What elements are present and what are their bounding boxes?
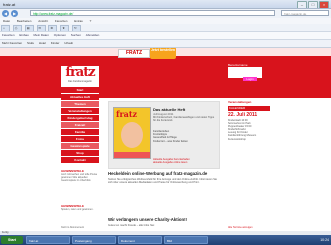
tools-icon[interactable]: ⚙ [48, 25, 58, 31]
command-toolbar: ⌂ ⎙ ▤ ✉ ⚙ ★ ↻ [0, 24, 331, 32]
charity-text: Gutes tun macht Freude – alle Infos hier… [108, 224, 155, 227]
calendar-header: KALENDER [228, 106, 270, 111]
star-icon[interactable]: ★ [60, 25, 70, 31]
nav-item-familie[interactable]: Familie [61, 129, 99, 135]
sidebar-promo: GEWINNSPIELE Jetzt mitmachen und tolle P… [61, 169, 99, 183]
favorite-link[interactable]: Hotel [39, 41, 46, 45]
favorite-link[interactable]: Kinder [51, 41, 60, 45]
calendar-date: 22. Juli 2011 [228, 112, 258, 118]
nav-buttons: ◀ ▶ [2, 10, 18, 17]
mail-icon[interactable]: ✉ [36, 25, 46, 31]
sidebar-promo-text: Jetzt mitmachen und tolle Preise gewinne… [61, 173, 98, 183]
taskbar-item[interactable]: fratz.at [26, 236, 70, 244]
event-list: Kinderstadt 10:00 Sommerfest im Park Pup… [228, 119, 270, 141]
window-controls: – □ × [297, 1, 329, 8]
site-nav: Start Aktuelles Heft Themen Veranstaltun… [61, 87, 99, 164]
favorite-link[interactable]: Stufe [27, 41, 34, 45]
logo-tagline: Das Familienmagazin [67, 80, 93, 83]
nav-item-gewinnspiele[interactable]: Gewinnspiele [61, 143, 99, 149]
refresh-icon[interactable]: ↻ [72, 25, 82, 31]
nav-item-kindergeburtstag[interactable]: Kindergeburtstag [61, 115, 99, 121]
toolbar-link[interactable]: Favoriten [2, 33, 15, 37]
all-events-link[interactable]: Alle Termine anzeigen [228, 226, 270, 229]
site-header-band [0, 56, 331, 98]
menu-item[interactable]: Extras [74, 19, 83, 23]
cover-photo [121, 122, 143, 148]
main-content: fratz Das aktuelle Heft Juli/August 2011… [104, 98, 222, 235]
logo-word: fratz [65, 65, 95, 80]
forward-icon[interactable]: ▶ [11, 10, 18, 17]
menu-item[interactable]: Favoriten [55, 19, 68, 23]
sidebar-promo-2: GEWINNSPIELE Spielen, raten und gewinnen… [61, 204, 99, 211]
address-input[interactable]: http://www.fratz-magazin.de/ [30, 10, 275, 16]
nav-item-start[interactable]: Start [61, 87, 99, 93]
issue-description: Mit Kinderschutz, Familienausflügen und … [153, 116, 215, 123]
taskbar-item[interactable]: Dokument [118, 236, 162, 244]
nav-item-fotos[interactable]: Fotos [61, 136, 99, 142]
ad-section-text: Nutzen Sie erfolgreiches Werbeumfeld für… [108, 178, 217, 185]
login-button[interactable]: Login [243, 77, 257, 81]
ad-section-title[interactable]: Heckeldein online-Werbung auf fratz-maga… [108, 171, 220, 176]
magazine-cover[interactable]: fratz [113, 107, 151, 159]
toolbar-link[interactable]: Optionen [54, 33, 66, 37]
read-online-link[interactable]: aktuelle Ausgabe online lesen [153, 161, 217, 164]
sidebar-abo-link[interactable]: fratz im Abonnement [61, 226, 99, 229]
favorite-link[interactable]: Urlaub [64, 41, 73, 45]
nav-item-freizeit[interactable]: Freizeit [61, 122, 99, 128]
cover-banner [114, 152, 150, 158]
browser-titlebar: fratz.at – □ × [0, 0, 331, 9]
site-logo[interactable]: fratz Das Familienmagazin [61, 66, 99, 84]
promo-badge[interactable]: Jetzt bestellen [150, 48, 176, 59]
nav-item-themen[interactable]: Themen [61, 101, 99, 107]
print-icon[interactable]: ⎙ [12, 25, 22, 31]
home-icon[interactable]: ⌂ [1, 25, 10, 31]
toolbar-link[interactable]: Suchen [71, 33, 81, 37]
events-heading[interactable]: Veranstaltungen [228, 100, 270, 104]
start-button[interactable]: Start [1, 236, 23, 244]
favorites-toolbar: Mehr Favoriten Stufe Hotel Kinder Urlaub [0, 40, 331, 48]
nav-item-kontakt[interactable]: Kontakt [61, 157, 99, 163]
nav-item-aktuelles-heft[interactable]: Aktuelles Heft [61, 94, 99, 100]
maximize-icon[interactable]: □ [308, 1, 318, 8]
toolbar-link[interactable]: Abmelden [86, 33, 100, 37]
issue-links: Aktuelle Ausgabe herunterladen aktuelle … [153, 158, 217, 164]
charity-title[interactable]: Wir verlängern unsere Charity-Aktion!! [108, 217, 220, 222]
taskbar-clock: 10:24 [320, 238, 329, 242]
toolbar-link[interactable]: Mein Daten [34, 33, 49, 37]
menu-item[interactable]: Bearbeiten [17, 19, 32, 23]
menu-item[interactable]: ? [90, 19, 92, 23]
current-issue-box: fratz Das aktuelle Heft Juli/August 2011… [108, 101, 220, 169]
favorite-link[interactable]: Mehr Favoriten [2, 41, 22, 45]
menu-item[interactable]: Ansicht [38, 19, 48, 23]
minimize-icon[interactable]: – [297, 1, 307, 8]
sidebar-promo-2-text: Spielen, raten und gewinnen. [61, 208, 94, 211]
events-column: Veranstaltungen KALENDER 22. Juli 2011 K… [228, 98, 270, 235]
taskbar-item[interactable]: Bild [164, 236, 208, 244]
web-page: FRATZ Jetzt bestellen Benutzername Login… [0, 48, 331, 235]
search-input[interactable]: fratz-magazin.de [281, 10, 329, 16]
nav-item-shop[interactable]: Shop [61, 150, 99, 156]
address-bar-row: ◀ ▶ http://www.fratz-magazin.de/ fratz-m… [0, 9, 331, 18]
menu-item[interactable]: Datei [3, 19, 10, 23]
issue-topic: Kinderzeit – was Kinder lieben [153, 139, 188, 143]
site-sidebar: fratz Das Familienmagazin Start Aktuelle… [61, 66, 99, 231]
taskbar-item[interactable]: Posteingang [72, 236, 116, 244]
top-logo[interactable]: FRATZ [118, 49, 150, 58]
windows-taskbar: Start fratz.at Posteingang Dokument Bild… [0, 235, 331, 245]
window-title: fratz.at [3, 2, 16, 7]
issue-topics: Familienleben Freizeittipps Gesundheit &… [153, 130, 215, 143]
links-toolbar: Favoriten Einbau Mein Daten Optionen Suc… [0, 32, 331, 40]
cover-logo: fratz [116, 109, 138, 119]
close-icon[interactable]: × [319, 1, 329, 8]
nav-item-veranstaltungen[interactable]: Veranstaltungen [61, 108, 99, 114]
page-icon[interactable]: ▤ [24, 25, 34, 31]
toolbar-link[interactable]: Einbau [19, 33, 28, 37]
back-icon[interactable]: ◀ [2, 10, 9, 17]
event-item[interactable]: Ferienworkshop [228, 138, 270, 141]
